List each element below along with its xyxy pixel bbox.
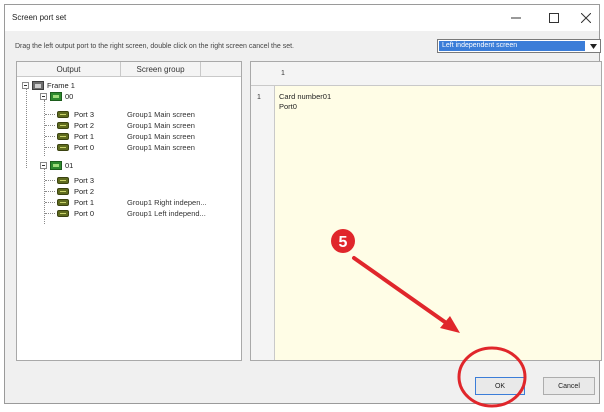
port-icon	[57, 122, 69, 129]
minimize-icon[interactable]	[499, 7, 533, 29]
screen-select-value: Left independent screen	[439, 41, 585, 51]
tree-node-label: 01	[65, 161, 74, 170]
tree-node-frame[interactable]: Frame 1	[17, 80, 241, 91]
column-header-output[interactable]: Output	[17, 62, 121, 77]
screen-group-cell: Group1 Main screen	[127, 121, 195, 130]
table-row[interactable]: Port 1 Group1 Main screen	[17, 131, 241, 142]
port-icon	[57, 210, 69, 217]
cell-port: Port0	[279, 102, 297, 111]
port-label: Port 3	[74, 176, 95, 185]
maximize-icon[interactable]	[537, 7, 571, 29]
port-label: Port 0	[74, 209, 95, 218]
table-header: Output Screen group	[17, 62, 241, 77]
screen-port-set-dialog: Screen port set Drag the left output por…	[4, 4, 602, 404]
port-icon	[57, 111, 69, 118]
screen-grid[interactable]: 1 1 Card number01 Port0	[250, 61, 602, 361]
receiving-card-icon	[50, 161, 62, 170]
row-label: 1	[257, 94, 261, 101]
cancel-button[interactable]: Cancel	[543, 377, 595, 395]
cell-card-number: Card number01	[279, 92, 332, 101]
ok-button[interactable]: OK	[475, 377, 525, 395]
port-label: Port 2	[74, 121, 95, 130]
table-row[interactable]: Port 1 Group1 Right indepen...	[17, 197, 241, 208]
output-tree-table: Output Screen group Frame 1 00 Port 3 Gr…	[16, 61, 242, 361]
column-header-screen-group[interactable]: Screen group	[121, 62, 201, 77]
close-icon[interactable]	[569, 7, 603, 29]
window-title: Screen port set	[12, 13, 67, 22]
table-row[interactable]: Port 0 Group1 Left independ...	[17, 208, 241, 219]
chevron-down-icon[interactable]	[587, 41, 599, 51]
tree-node-card[interactable]: 00	[17, 91, 241, 102]
collapse-icon[interactable]	[40, 93, 47, 100]
table-row[interactable]: Port 3	[17, 175, 241, 186]
instruction-text: Drag the left output port to the right s…	[15, 43, 294, 50]
screen-group-cell: Group1 Main screen	[127, 143, 195, 152]
grid-row-header	[251, 62, 275, 360]
frame-icon	[32, 81, 44, 90]
table-row[interactable]: Port 2	[17, 186, 241, 197]
screen-group-cell: Group1 Right indepen...	[127, 198, 207, 207]
screen-group-cell: Group1 Main screen	[127, 132, 195, 141]
port-label: Port 0	[74, 143, 95, 152]
grid-corner	[251, 62, 275, 86]
grid-column-header	[251, 62, 601, 86]
screen-select[interactable]: Left independent screen	[437, 39, 601, 53]
port-label: Port 1	[74, 198, 95, 207]
receiving-card-icon	[50, 92, 62, 101]
port-label: Port 1	[74, 132, 95, 141]
port-label: Port 3	[74, 110, 95, 119]
port-icon	[57, 199, 69, 206]
column-label: 1	[281, 70, 285, 77]
screen-group-cell: Group1 Main screen	[127, 110, 195, 119]
collapse-icon[interactable]	[40, 162, 47, 169]
table-row[interactable]: Port 2 Group1 Main screen	[17, 120, 241, 131]
port-icon	[57, 144, 69, 151]
tree-node-label: Frame 1	[47, 81, 75, 90]
collapse-icon[interactable]	[22, 82, 29, 89]
grid-cell[interactable]: Card number01 Port0	[279, 92, 331, 112]
table-row[interactable]: Port 0 Group1 Main screen	[17, 142, 241, 153]
title-bar: Screen port set	[5, 5, 599, 31]
tree-node-label: 00	[65, 92, 74, 101]
port-icon	[57, 177, 69, 184]
port-icon	[57, 133, 69, 140]
screen-group-cell: Group1 Left independ...	[127, 209, 206, 218]
port-label: Port 2	[74, 187, 95, 196]
table-row[interactable]: Port 3 Group1 Main screen	[17, 109, 241, 120]
tree-node-card[interactable]: 01	[17, 160, 241, 171]
port-icon	[57, 188, 69, 195]
